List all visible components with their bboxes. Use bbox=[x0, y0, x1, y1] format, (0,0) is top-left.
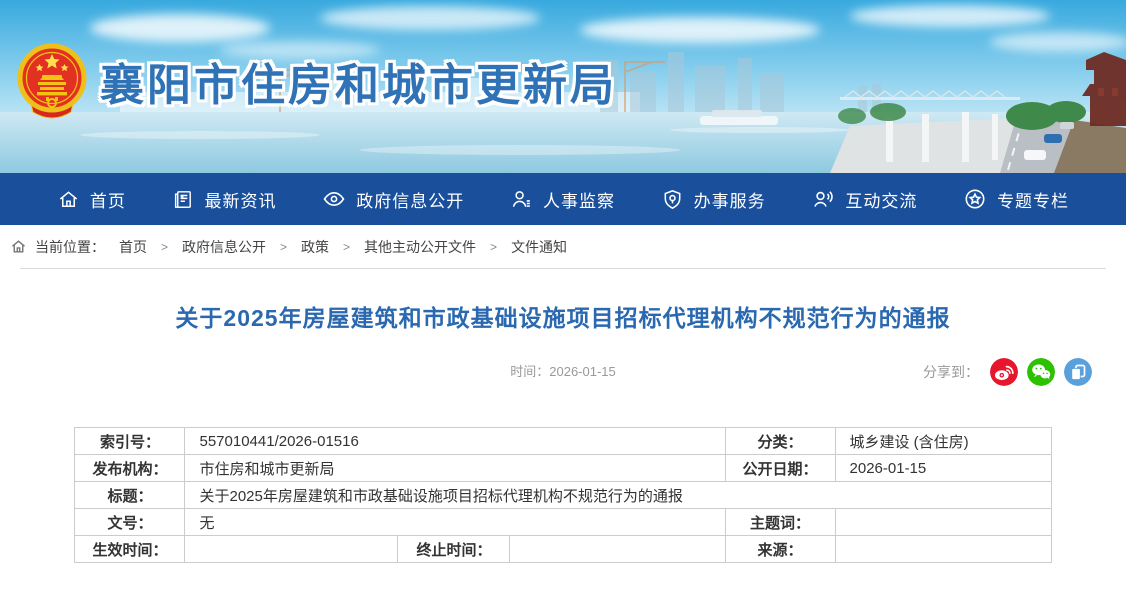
publish-time-label: 时间： bbox=[510, 364, 549, 379]
publish-time-value: 2026-01-15 bbox=[549, 364, 616, 379]
nav-item-personnel[interactable]: 人事监察 bbox=[510, 187, 615, 212]
doc-number-value: 无 bbox=[185, 509, 725, 536]
source-value bbox=[835, 536, 1051, 563]
doc-number-label: 文号： bbox=[75, 509, 185, 536]
news-icon bbox=[172, 188, 195, 211]
table-row: 标题： 关于2025年房屋建筑和市政基础设施项目招标代理机构不规范行为的通报 bbox=[75, 482, 1051, 509]
table-row: 发布机构： 市住房和城市更新局 公开日期： 2026-01-15 bbox=[75, 455, 1051, 482]
nav-item-label: 人事监察 bbox=[543, 187, 615, 212]
national-emblem-icon bbox=[16, 42, 88, 120]
category-label: 分类： bbox=[725, 428, 835, 455]
shield-icon bbox=[661, 188, 684, 211]
nav-item-interaction[interactable]: 互动交流 bbox=[811, 187, 917, 212]
breadcrumb-separator: > bbox=[280, 240, 287, 254]
nav-item-label: 办事服务 bbox=[694, 187, 766, 212]
keywords-label: 主题词： bbox=[725, 509, 835, 536]
issuing-agency-label: 发布机构： bbox=[75, 455, 185, 482]
table-row: 索引号： 557010441/2026-01516 分类： 城乡建设 (含住房) bbox=[75, 428, 1051, 455]
breadcrumb-separator: > bbox=[161, 240, 168, 254]
source-label: 来源： bbox=[725, 536, 835, 563]
breadcrumb-item-file-notice[interactable]: 文件通知 bbox=[511, 237, 567, 257]
breadcrumb-home-icon bbox=[10, 238, 27, 255]
divider-line bbox=[20, 268, 1106, 269]
expiry-date-label: 终止时间： bbox=[398, 536, 510, 563]
effective-date-label: 生效时间： bbox=[75, 536, 185, 563]
doc-title-label: 标题： bbox=[75, 482, 185, 509]
issuing-agency-value: 市住房和城市更新局 bbox=[185, 455, 725, 482]
site-banner: 襄阳市住房和城市更新局 bbox=[0, 0, 1126, 173]
breadcrumb-item-other-public-files[interactable]: 其他主动公开文件 bbox=[364, 237, 476, 257]
nav-item-label: 政府信息公开 bbox=[356, 187, 464, 212]
eye-icon bbox=[322, 187, 346, 211]
publish-date-label: 公开日期： bbox=[725, 455, 835, 482]
breadcrumb-separator: > bbox=[343, 240, 350, 254]
nav-item-home[interactable]: 首页 bbox=[57, 187, 126, 212]
table-row: 文号： 无 主题词： bbox=[75, 509, 1051, 536]
category-value: 城乡建设 (含住房) bbox=[835, 428, 1051, 455]
expiry-date-value bbox=[510, 536, 725, 563]
breadcrumb: 当前位置： 首页 > 政府信息公开 > 政策 > 其他主动公开文件 > 文件通知 bbox=[0, 225, 1126, 268]
publish-date-value: 2026-01-15 bbox=[835, 455, 1051, 482]
share-bar: 分享到： bbox=[923, 358, 1092, 386]
breadcrumb-location-label: 当前位置： bbox=[35, 237, 105, 257]
weibo-icon[interactable] bbox=[990, 358, 1018, 386]
nav-item-gov-info[interactable]: 政府信息公开 bbox=[322, 187, 464, 212]
article-meta-row: 时间：2026-01-15 分享到： bbox=[0, 357, 1126, 387]
table-row: 生效时间： 终止时间： 来源： bbox=[75, 536, 1051, 563]
page-title: 关于2025年房屋建筑和市政基础设施项目招标代理机构不规范行为的通报 bbox=[0, 299, 1126, 333]
person-icon bbox=[510, 188, 533, 211]
nav-item-label: 最新资讯 bbox=[205, 187, 277, 212]
effective-date-value bbox=[185, 536, 398, 563]
star-icon bbox=[963, 187, 987, 211]
doc-title-value: 关于2025年房屋建筑和市政基础设施项目招标代理机构不规范行为的通报 bbox=[185, 482, 1051, 509]
nav-item-label: 互动交流 bbox=[845, 187, 917, 212]
main-nav: 首页 最新资讯 政府信息公开 人事监察 办事服务 互动交流 bbox=[0, 173, 1126, 225]
nav-item-services[interactable]: 办事服务 bbox=[661, 187, 766, 212]
copy-link-icon[interactable] bbox=[1064, 358, 1092, 386]
breadcrumb-separator: > bbox=[490, 240, 497, 254]
index-number-label: 索引号： bbox=[75, 428, 185, 455]
nav-item-label: 专题专栏 bbox=[997, 187, 1069, 212]
breadcrumb-item-home[interactable]: 首页 bbox=[119, 237, 147, 257]
nav-item-special-topics[interactable]: 专题专栏 bbox=[963, 187, 1069, 212]
people-icon bbox=[811, 187, 835, 211]
nav-item-label: 首页 bbox=[90, 187, 126, 212]
breadcrumb-item-gov-info[interactable]: 政府信息公开 bbox=[182, 237, 266, 257]
site-title: 襄阳市住房和城市更新局 bbox=[100, 49, 617, 113]
index-number-value: 557010441/2026-01516 bbox=[185, 428, 725, 455]
keywords-value bbox=[835, 509, 1051, 536]
wechat-icon[interactable] bbox=[1027, 358, 1055, 386]
nav-item-news[interactable]: 最新资讯 bbox=[172, 187, 277, 212]
breadcrumb-item-policy[interactable]: 政策 bbox=[301, 237, 329, 257]
share-label: 分享到： bbox=[923, 362, 979, 382]
home-icon bbox=[57, 188, 80, 211]
document-meta-table: 索引号： 557010441/2026-01516 分类： 城乡建设 (含住房)… bbox=[74, 427, 1051, 563]
